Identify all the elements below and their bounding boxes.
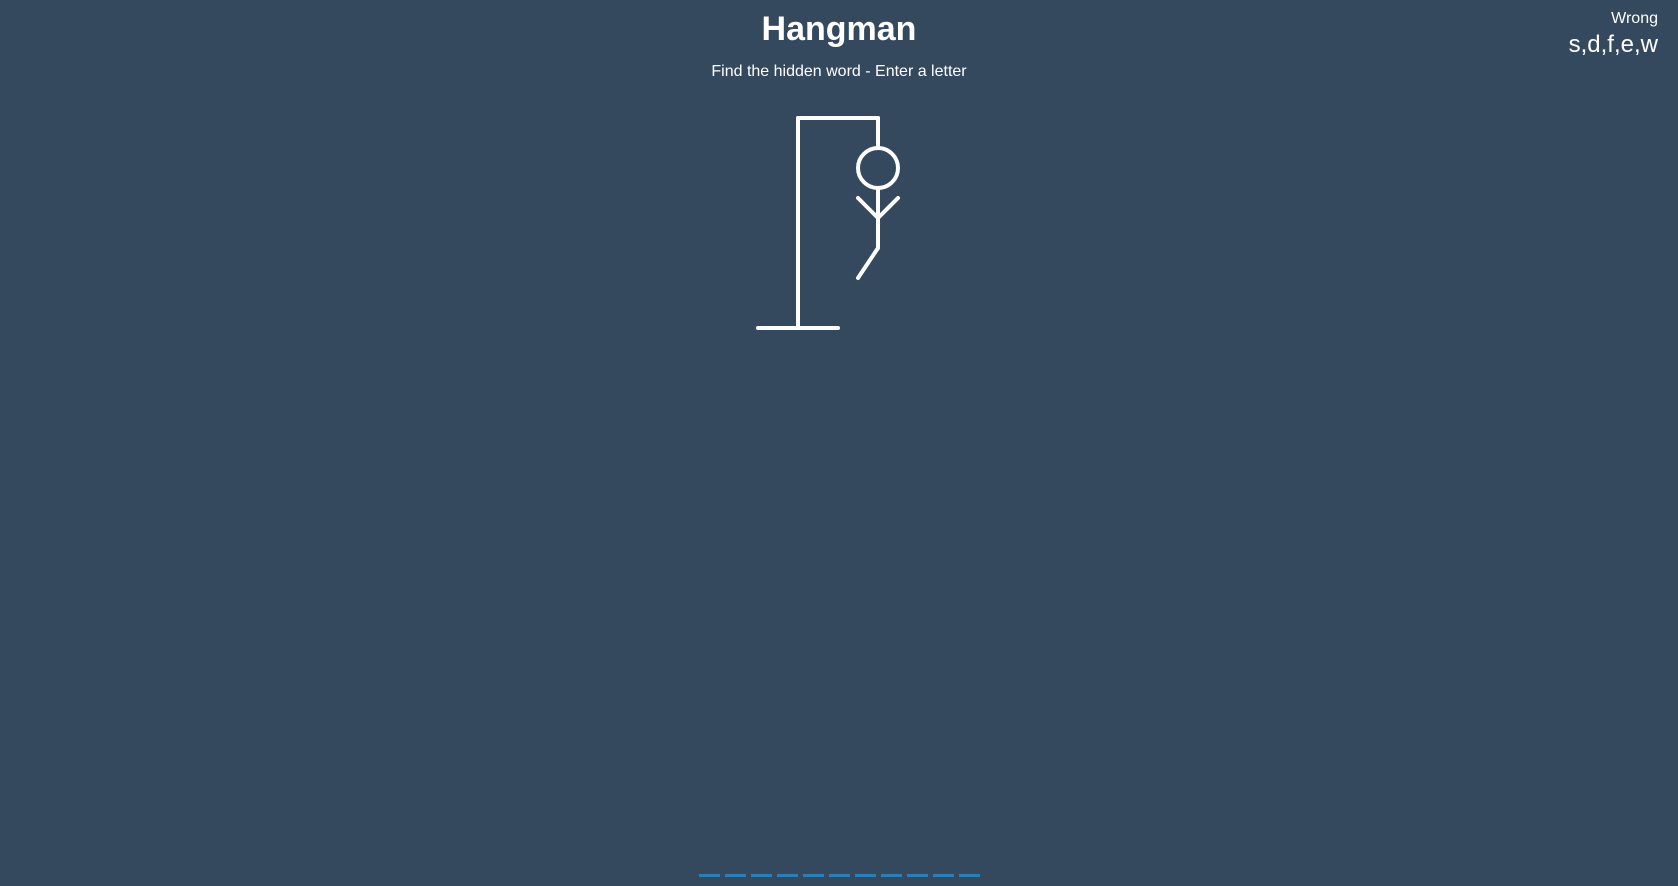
hangman-drawing — [752, 108, 932, 332]
letter-slot — [958, 874, 980, 877]
wrong-letters-list: s,d,f,e,w — [1568, 31, 1658, 58]
figure-left-arm — [856, 196, 880, 220]
game-title: Hangman — [761, 10, 917, 48]
letter-slot — [750, 874, 772, 877]
letter-slot — [932, 874, 954, 877]
letter-slot — [828, 874, 850, 877]
figure-left-leg — [856, 246, 880, 280]
letter-slot — [880, 874, 902, 877]
letter-slot — [906, 874, 928, 877]
letter-slot — [724, 874, 746, 877]
wrong-letters-label: Wrong — [1611, 10, 1658, 27]
letter-slot — [802, 874, 824, 877]
figure-right-arm — [876, 196, 900, 220]
hidden-word — [0, 874, 1678, 886]
letter-slot — [698, 874, 720, 877]
hangman-page: Hangman Find the hidden word - Enter a l… — [0, 0, 1678, 886]
figure-head — [856, 146, 900, 190]
letter-slot — [776, 874, 798, 877]
wrong-letters-panel: Wrong s,d,f,e,w — [1569, 8, 1658, 60]
game-instructions: Find the hidden word - Enter a letter — [711, 63, 967, 80]
gallows-svg — [756, 116, 900, 330]
letter-slot — [854, 874, 876, 877]
